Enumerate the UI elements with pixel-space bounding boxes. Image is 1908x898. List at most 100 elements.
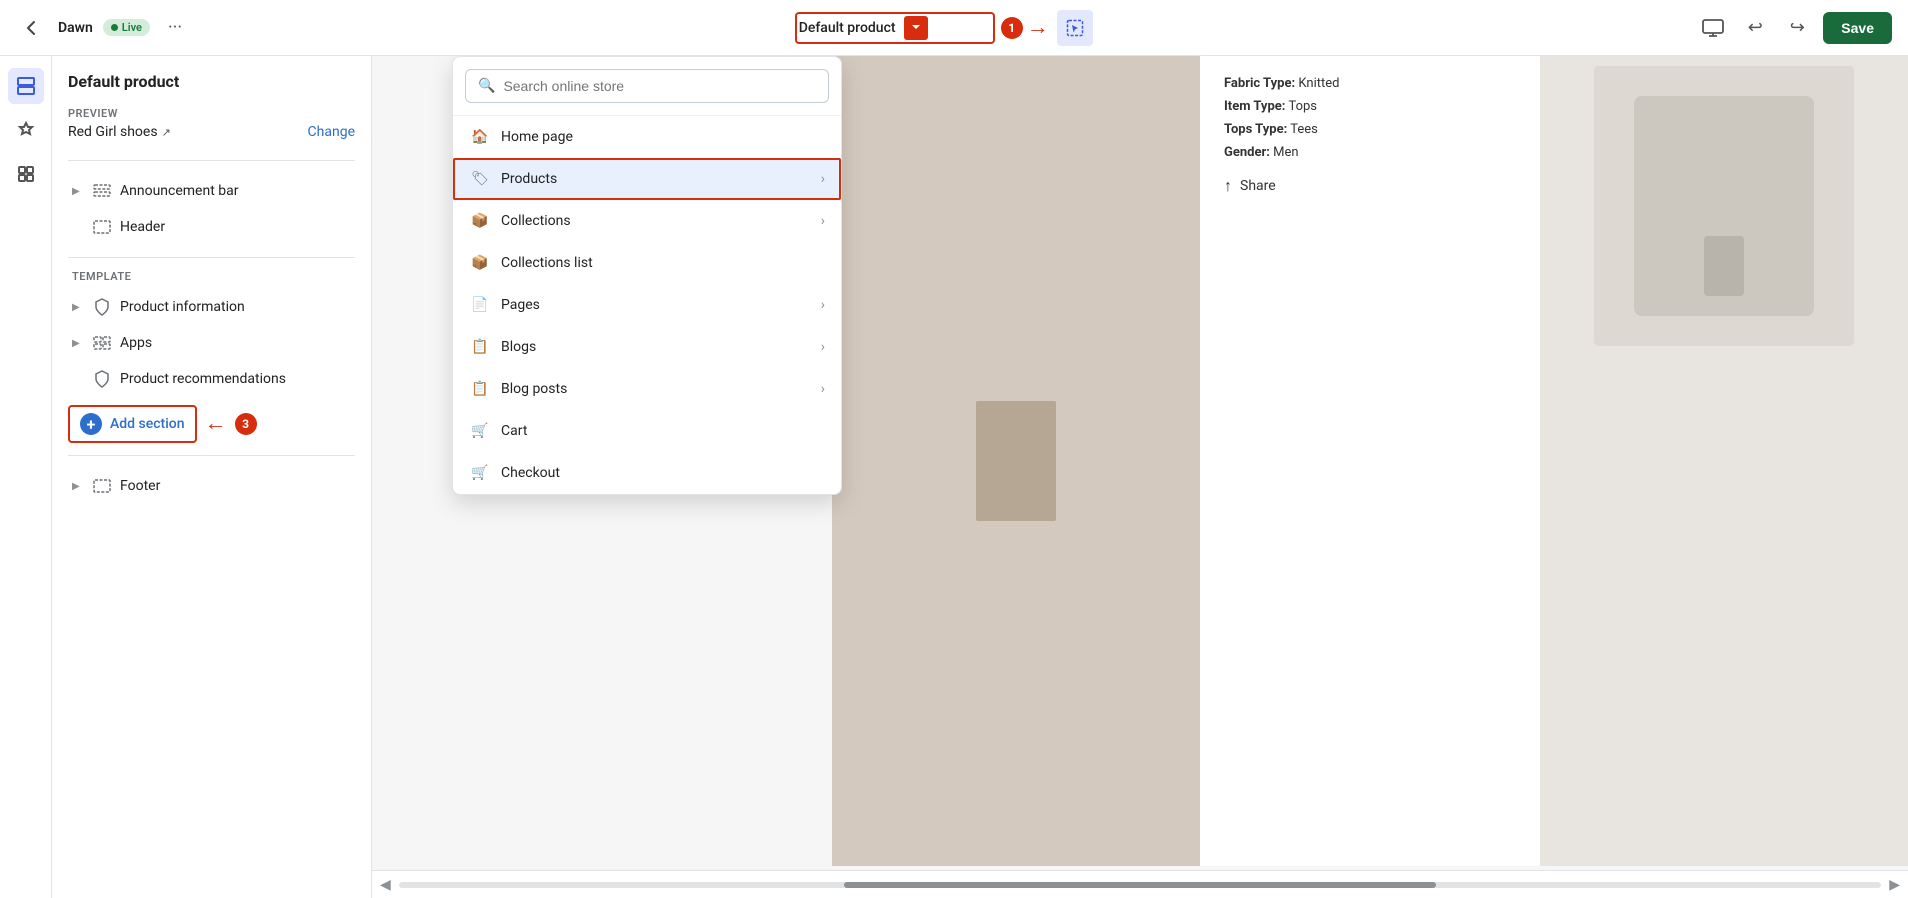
- store-name: Dawn: [58, 20, 93, 36]
- item-type-value: Tops: [1288, 99, 1317, 114]
- redo-button[interactable]: ↪: [1781, 12, 1813, 44]
- scroll-track[interactable]: [399, 882, 1881, 888]
- search-input[interactable]: [503, 78, 816, 94]
- add-section-button[interactable]: + Add section: [76, 409, 189, 439]
- pages-arrow: ›: [821, 297, 825, 313]
- home-icon: 🏠: [469, 126, 491, 148]
- dropdown-item-checkout[interactable]: 🛒 Checkout: [453, 452, 841, 494]
- cursor-tool-button[interactable]: [1057, 10, 1093, 46]
- topbar-left: Dawn Live ···: [16, 12, 190, 44]
- dropdown-item-blogs[interactable]: 📋 Blogs ›: [453, 326, 841, 368]
- dropdown-item-pages[interactable]: 📄 Pages ›: [453, 284, 841, 326]
- back-button[interactable]: [16, 12, 48, 44]
- sidebar-customize-icon[interactable]: [8, 112, 44, 148]
- blogs-arrow: ›: [821, 339, 825, 355]
- dropdown-collections-label: Collections: [501, 213, 571, 229]
- products-icon: 🏷: [469, 168, 491, 190]
- product-preview-frame: Yo Fabric Type: Knitted Item Type: Tops …: [832, 56, 1908, 866]
- dropdown-list: 🏠 Home page 🏷 Products › ← 2: [453, 116, 841, 494]
- dropdown-item-checkout-left: 🛒 Checkout: [469, 462, 560, 484]
- sidebar-add-icon[interactable]: [8, 156, 44, 192]
- sidebar-icon-strip: [0, 56, 52, 898]
- announcement-bar-label: Announcement bar: [120, 183, 239, 199]
- dropdown-item-blog-posts[interactable]: 📋 Blog posts ›: [453, 368, 841, 410]
- dropdown-search-area: 🔍: [453, 57, 841, 116]
- dropdown-home-label: Home page: [501, 129, 573, 145]
- share-row[interactable]: ↑ Share: [1224, 176, 1516, 196]
- desktop-icon[interactable]: [1697, 12, 1729, 44]
- announcement-bar-icon: [92, 181, 112, 201]
- main-area: Default product PREVIEW Red Girl shoes ↗…: [0, 56, 1908, 898]
- sidebar-sections-icon[interactable]: [8, 68, 44, 104]
- dropdown-item-home[interactable]: 🏠 Home page: [453, 116, 841, 158]
- share-label: Share: [1240, 178, 1276, 194]
- footer-icon: [92, 476, 112, 496]
- dropdown-item-collections-list-left: 📦 Collections list: [469, 252, 593, 274]
- topbar-center: Default product 1 →: [202, 10, 1685, 46]
- live-dot: [111, 24, 118, 31]
- product-img-stub: [976, 401, 1056, 521]
- item-type-attr: Item Type: Tops: [1224, 99, 1516, 114]
- divider-1: [68, 160, 355, 161]
- dropdown-products-label: Products: [501, 171, 557, 187]
- fabric-type-attr: Fabric Type: Knitted: [1224, 76, 1516, 91]
- dropdown-cart-label: Cart: [501, 423, 527, 439]
- annotation-arrow-1: →: [1027, 17, 1049, 39]
- save-button[interactable]: Save: [1823, 12, 1892, 44]
- sidebar-item-apps[interactable]: ▶ Apps: [68, 325, 355, 361]
- page-dropdown: 🔍 🏠 Home page 🏷 Products: [452, 56, 842, 495]
- divider-2: [68, 257, 355, 258]
- gender-attr: Gender: Men: [1224, 145, 1516, 160]
- dropdown-item-cart-left: 🛒 Cart: [469, 420, 527, 442]
- add-section-icon: +: [80, 413, 102, 435]
- sidebar-item-announcement-bar[interactable]: ▶ Announcement bar: [68, 173, 355, 209]
- apps-label: Apps: [120, 335, 152, 351]
- cart-icon: 🛒: [469, 420, 491, 442]
- horizontal-scrollbar: ◀ ▶: [372, 870, 1908, 898]
- sidebar-title: Default product: [68, 72, 355, 91]
- dropdown-item-collections[interactable]: 📦 Collections ›: [453, 200, 841, 242]
- apps-icon: [92, 333, 112, 353]
- preview-area: 🔍 🏠 Home page 🏷 Products: [372, 56, 1908, 898]
- page-selector-dropdown-arrow[interactable]: [904, 16, 928, 40]
- dropdown-item-products[interactable]: 🏷 Products › ← 2: [453, 158, 841, 200]
- dropdown-item-collections-list[interactable]: 📦 Collections list: [453, 242, 841, 284]
- sidebar-item-footer[interactable]: ▶ Footer: [68, 468, 355, 504]
- product-info-label: Product information: [120, 299, 245, 315]
- tops-type-attr: Tops Type: Tees: [1224, 122, 1516, 137]
- more-button[interactable]: ···: [160, 13, 190, 42]
- product-image-placeholder: [832, 56, 1200, 866]
- scroll-left-arrow[interactable]: ◀: [376, 875, 395, 895]
- dropdown-blogs-label: Blogs: [501, 339, 536, 355]
- dropdown-blog-posts-label: Blog posts: [501, 381, 567, 397]
- annotation-badge-3: 3: [235, 413, 257, 435]
- dropdown-item-products-left: 🏷 Products: [469, 168, 557, 190]
- divider-3: [68, 455, 355, 456]
- topbar-right: ↩ ↪ Save: [1697, 12, 1892, 44]
- sidebar: Default product PREVIEW Red Girl shoes ↗…: [52, 56, 372, 898]
- dropdown-pages-label: Pages: [501, 297, 540, 313]
- scroll-right-arrow[interactable]: ▶: [1885, 875, 1904, 895]
- sidebar-item-product-recommendations[interactable]: ▶ Product recommendations: [68, 361, 355, 397]
- knit-sweater-image: [1594, 66, 1854, 346]
- blog-posts-arrow: ›: [821, 381, 825, 397]
- dropdown-collections-list-label: Collections list: [501, 255, 593, 271]
- annotation-arrow-3: ←: [205, 413, 227, 435]
- sidebar-item-product-information[interactable]: ▶ Product information: [68, 289, 355, 325]
- dropdown-item-cart[interactable]: 🛒 Cart: [453, 410, 841, 452]
- product-image-right: [1540, 56, 1908, 866]
- product-preview-content: Yo Fabric Type: Knitted Item Type: Tops …: [832, 56, 1908, 866]
- page-selector[interactable]: Default product: [795, 12, 995, 44]
- collections-arrow: ›: [821, 213, 825, 229]
- scroll-thumb: [844, 882, 1437, 888]
- sidebar-item-header[interactable]: ▶ Header: [68, 209, 355, 245]
- change-link[interactable]: Change: [308, 124, 355, 140]
- undo-button[interactable]: ↩: [1739, 12, 1771, 44]
- sweater-shape: [1634, 96, 1814, 316]
- product-details-panel: Fabric Type: Knitted Item Type: Tops Top…: [1200, 56, 1540, 866]
- search-input-wrap: 🔍: [465, 69, 829, 103]
- preview-link[interactable]: Red Girl shoes ↗: [68, 124, 171, 140]
- recommendations-icon: [92, 369, 112, 389]
- header-icon: [92, 217, 112, 237]
- expand-icon-footer: ▶: [72, 481, 84, 492]
